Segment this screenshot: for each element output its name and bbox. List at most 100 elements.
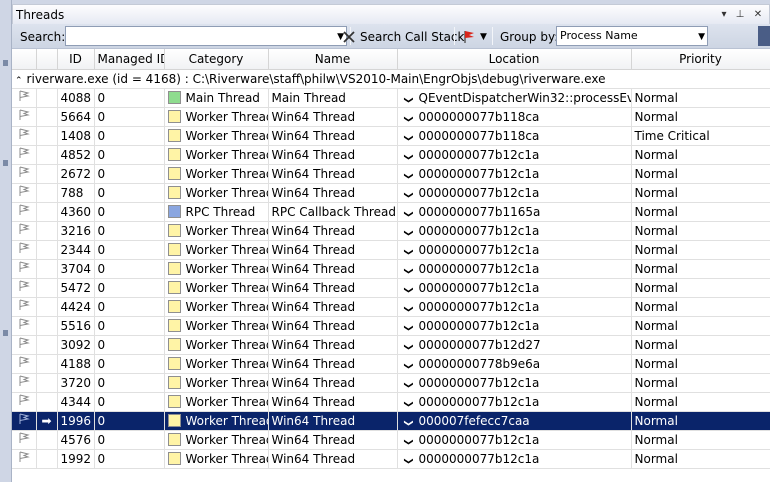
thread-row[interactable]: 3720 0 Worker Thread Win64 Thread ❯ 000000007…: [12, 373, 770, 393]
flag-cell[interactable]: [12, 126, 37, 146]
expand-call-stack-icon[interactable]: ❯: [403, 169, 413, 183]
location-cell[interactable]: ❯ 0000000077b12c1a: [397, 316, 632, 336]
column-header-location[interactable]: Location: [397, 49, 632, 70]
flag-cell[interactable]: [12, 354, 37, 374]
thread-row[interactable]: 4424 0 Worker Thread Win64 Thread ❯ 000000007…: [12, 297, 770, 317]
expand-call-stack-icon[interactable]: ❯: [403, 245, 413, 259]
flag-outline-icon[interactable]: [18, 109, 30, 121]
flag-outline-icon[interactable]: [18, 375, 30, 387]
flag-cell[interactable]: [12, 107, 37, 127]
flag-cell[interactable]: [12, 316, 37, 336]
expand-call-stack-icon[interactable]: ❯: [403, 207, 413, 221]
collapse-caret-icon[interactable]: ⌃: [15, 76, 23, 86]
expand-call-stack-icon[interactable]: ❯: [403, 302, 413, 316]
expand-call-stack-icon[interactable]: ❯: [403, 397, 413, 411]
flag-cell[interactable]: [12, 449, 37, 469]
flag-cell[interactable]: [12, 202, 37, 222]
flag-cell[interactable]: [12, 335, 37, 355]
thread-row[interactable]: 4088 0 Main Thread Main Thread ❯ QEventDispat…: [12, 88, 770, 108]
thread-row[interactable]: 3704 0 Worker Thread Win64 Thread ❯ 000000007…: [12, 259, 770, 279]
expand-call-stack-icon[interactable]: ❯: [403, 93, 413, 107]
expand-call-stack-icon[interactable]: ❯: [403, 340, 413, 354]
flag-cell[interactable]: [12, 183, 37, 203]
flag-outline-icon[interactable]: [18, 451, 30, 463]
column-header-managed-id[interactable]: Managed ID: [94, 49, 165, 70]
thread-row[interactable]: 5664 0 Worker Thread Win64 Thread ❯ 000000007…: [12, 107, 770, 127]
thread-row[interactable]: 4852 0 Worker Thread Win64 Thread ❯ 000000007…: [12, 145, 770, 165]
expand-call-stack-icon[interactable]: ❯: [403, 435, 413, 449]
flag-cell[interactable]: [12, 88, 37, 108]
expand-call-stack-icon[interactable]: ❯: [403, 359, 413, 373]
thread-row[interactable]: ➡ 1996 0 Worker Thread Win64 Thread ❯ 000007fe…: [12, 411, 770, 431]
expand-call-stack-icon[interactable]: ❯: [403, 264, 413, 278]
thread-row[interactable]: 3216 0 Worker Thread Win64 Thread ❯ 000000007…: [12, 221, 770, 241]
flag-outline-icon[interactable]: [18, 299, 30, 311]
flag-outline-icon[interactable]: [18, 261, 30, 273]
location-cell[interactable]: ❯ 0000000077b12c1a: [397, 449, 632, 469]
column-header-id[interactable]: ID: [57, 49, 95, 70]
location-cell[interactable]: ❯ 000007fefecc7caa: [397, 411, 632, 431]
process-group-row[interactable]: ⌃ riverware.exe (id = 4168) : C:\Riverwar…: [12, 69, 770, 89]
flag-outline-icon[interactable]: [18, 280, 30, 292]
expand-call-stack-icon[interactable]: ❯: [403, 454, 413, 468]
flag-cell[interactable]: [12, 145, 37, 165]
close-icon[interactable]: ✕: [751, 8, 765, 22]
location-cell[interactable]: ❯ 0000000077b12c1a: [397, 259, 632, 279]
group-by-select[interactable]: Process Name ▼: [556, 26, 708, 46]
flag-outline-icon[interactable]: [18, 204, 30, 216]
location-cell[interactable]: ❯ 00000000778b9e6a: [397, 354, 632, 374]
flag-cell[interactable]: [12, 392, 37, 412]
location-cell[interactable]: ❯ 0000000077b118ca: [397, 107, 632, 127]
flag-cell[interactable]: [12, 259, 37, 279]
group-by-dropdown-icon[interactable]: ▼: [698, 32, 705, 42]
column-header-priority[interactable]: Priority: [631, 49, 770, 70]
flag-outline-icon[interactable]: [18, 166, 30, 178]
column-header-flag[interactable]: [12, 49, 37, 70]
thread-row[interactable]: 788 0 Worker Thread Win64 Thread ❯ 0000000077…: [12, 183, 770, 203]
thread-row[interactable]: 1992 0 Worker Thread Win64 Thread ❯ 000000007…: [12, 449, 770, 469]
location-cell[interactable]: ❯ 0000000077b12c1a: [397, 145, 632, 165]
expand-call-stack-icon[interactable]: ❯: [403, 321, 413, 335]
expand-call-stack-icon[interactable]: ❯: [403, 150, 413, 164]
column-header-current[interactable]: [36, 49, 58, 70]
thread-row[interactable]: 4188 0 Worker Thread Win64 Thread ❯ 000000007…: [12, 354, 770, 374]
expand-call-stack-icon[interactable]: ❯: [403, 131, 413, 145]
thread-row[interactable]: 5516 0 Worker Thread Win64 Thread ❯ 000000007…: [12, 316, 770, 336]
location-cell[interactable]: ❯ 0000000077b118ca: [397, 126, 632, 146]
location-cell[interactable]: ❯ 0000000077b12d27: [397, 335, 632, 355]
thread-row[interactable]: 1408 0 Worker Thread Win64 Thread ❯ 000000007…: [12, 126, 770, 146]
toolbar-overflow-gripper[interactable]: [758, 26, 770, 46]
thread-row[interactable]: 4576 0 Worker Thread Win64 Thread ❯ 000000007…: [12, 430, 770, 450]
expand-call-stack-icon[interactable]: ❯: [403, 226, 413, 240]
flag-outline-icon[interactable]: [18, 242, 30, 254]
expand-call-stack-icon[interactable]: ❯: [403, 283, 413, 297]
flag-outline-icon[interactable]: [18, 128, 30, 140]
flag-cell[interactable]: [12, 297, 37, 317]
location-cell[interactable]: ❯ 0000000077b12c1a: [397, 240, 632, 260]
flag-outline-icon[interactable]: [18, 337, 30, 349]
column-header-name[interactable]: Name: [268, 49, 398, 70]
expand-call-stack-icon[interactable]: ❯: [403, 416, 413, 430]
expand-call-stack-icon[interactable]: ❯: [403, 378, 413, 392]
location-cell[interactable]: ❯ 0000000077b12c1a: [397, 278, 632, 298]
pin-icon[interactable]: ⊥: [733, 8, 747, 22]
flag-outline-icon[interactable]: [18, 356, 30, 368]
flag-outline-icon[interactable]: [18, 185, 30, 197]
thread-row[interactable]: 2672 0 Worker Thread Win64 Thread ❯ 000000007…: [12, 164, 770, 184]
location-cell[interactable]: ❯ 0000000077b12c1a: [397, 297, 632, 317]
flag-cell[interactable]: [12, 164, 37, 184]
search-input[interactable]: ▼: [65, 26, 347, 46]
thread-row[interactable]: 5472 0 Worker Thread Win64 Thread ❯ 000000007…: [12, 278, 770, 298]
location-cell[interactable]: ❯ 0000000077b12c1a: [397, 392, 632, 412]
thread-row[interactable]: 3092 0 Worker Thread Win64 Thread ❯ 000000007…: [12, 335, 770, 355]
search-call-stack-button[interactable]: Search Call Stack: [342, 27, 464, 46]
flag-cell[interactable]: [12, 221, 37, 241]
thread-row[interactable]: 4344 0 Worker Thread Win64 Thread ❯ 000000007…: [12, 392, 770, 412]
expand-call-stack-icon[interactable]: ❯: [403, 112, 413, 126]
location-cell[interactable]: ❯ 0000000077b12c1a: [397, 164, 632, 184]
flag-dropdown-button[interactable]: ▼: [462, 27, 487, 46]
location-cell[interactable]: ❯ 0000000077b12c1a: [397, 373, 632, 393]
flag-outline-icon[interactable]: [18, 432, 30, 444]
flag-cell[interactable]: [12, 411, 37, 431]
location-cell[interactable]: ❯ 0000000077b1165a: [397, 202, 632, 222]
